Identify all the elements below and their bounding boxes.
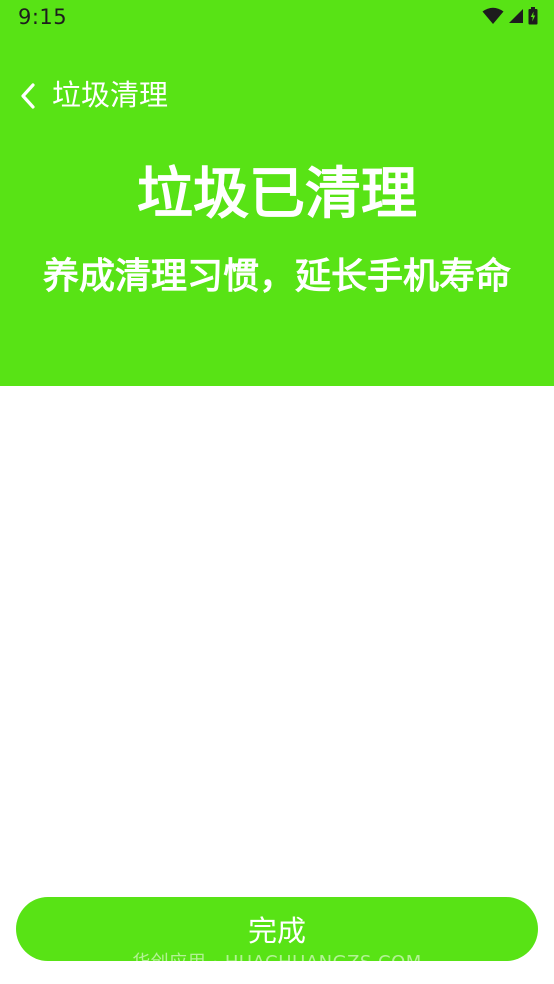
cellular-signal-icon xyxy=(509,9,523,23)
battery-icon xyxy=(528,7,538,25)
content-area xyxy=(0,386,554,886)
screen: 9:15 垃圾清理 垃圾已清理 养成清理习惯，延长手机寿命 完成 华创应用 · … xyxy=(0,0,554,984)
status-icons xyxy=(482,6,538,26)
wifi-icon xyxy=(482,7,504,24)
toolbar: 垃圾清理 xyxy=(0,70,554,122)
chevron-left-icon xyxy=(21,83,35,109)
done-button-label: 完成 xyxy=(247,914,306,948)
back-button[interactable] xyxy=(10,76,46,116)
status-bar: 9:15 xyxy=(0,0,554,34)
toolbar-title: 垃圾清理 xyxy=(52,78,169,112)
done-button[interactable]: 完成 xyxy=(16,897,538,961)
hero-subtitle: 养成清理习惯，延长手机寿命 xyxy=(42,256,511,297)
status-time: 9:15 xyxy=(18,5,68,29)
header-banner: 9:15 垃圾清理 垃圾已清理 养成清理习惯，延长手机寿命 xyxy=(0,0,554,386)
hero-title: 垃圾已清理 xyxy=(137,162,417,227)
